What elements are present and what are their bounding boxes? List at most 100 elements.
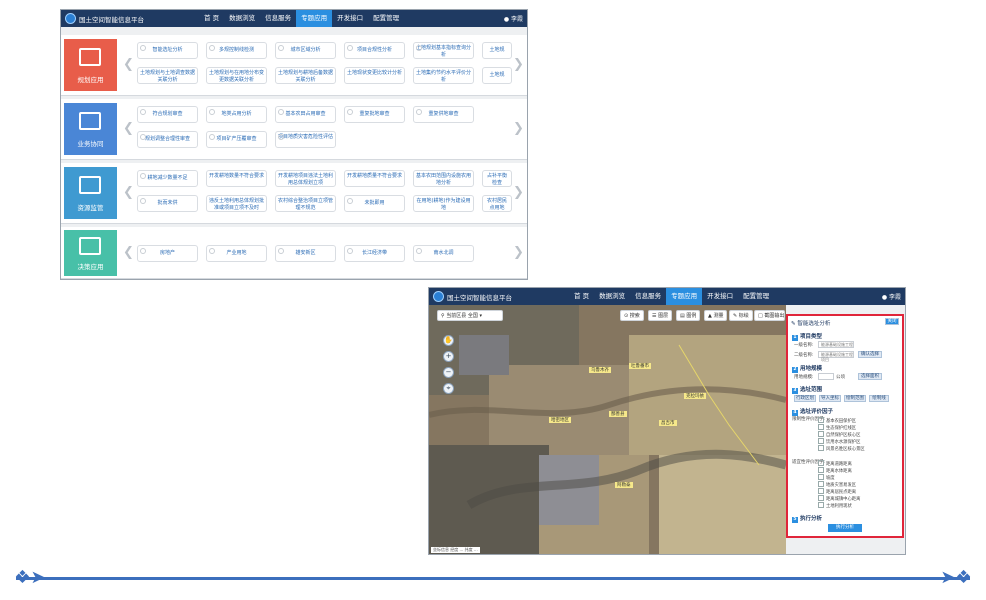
range-admin-button[interactable]: 行政区划	[794, 395, 816, 402]
card-item[interactable]: 土地现状变更比较计分析	[344, 67, 405, 84]
scroll-right-arrow[interactable]: ❯	[513, 121, 524, 136]
card-item[interactable]: 开发耕地项目违法土地利用总体规划立项	[275, 170, 336, 187]
card-item[interactable]: 开发耕地质量不符合要求	[344, 170, 405, 187]
category-planning[interactable]: 规划应用	[64, 39, 117, 91]
scroll-left-arrow[interactable]: ❮	[123, 57, 134, 72]
card-item[interactable]: 智能选址分析	[137, 42, 198, 59]
card-item[interactable]: 基本农田范围内设施农用地分析	[413, 170, 474, 187]
card-item[interactable]: 农村综合整治项目立项管理不规范	[275, 195, 336, 212]
nav-config[interactable]: 配置管理	[738, 288, 774, 305]
factor-checkbox[interactable]: 饮用水水源保护区	[818, 438, 860, 445]
export-button[interactable]: □ 截图输出	[754, 310, 785, 321]
layers-button[interactable]: ☰ 图层	[648, 310, 673, 321]
card-item[interactable]: 批而未供	[137, 195, 198, 212]
card-item[interactable]: 项目地质灾害危险性评估	[275, 131, 336, 148]
scroll-left-arrow[interactable]: ❮	[123, 185, 134, 200]
topic-apps-screenshot: 国土空间智能信息平台 首 页 数据浏览 信息服务 专题应用 开发接口 配置管理 …	[60, 9, 528, 280]
card-item[interactable]: 基本农田占用审查	[275, 106, 336, 123]
nav-data-browse[interactable]: 数据浏览	[224, 10, 260, 27]
card-item[interactable]: 开发耕地数量不符合要求	[206, 170, 267, 187]
card-item[interactable]: 项目合规性分析	[344, 42, 405, 59]
industry-select[interactable]: 能源基础设施工程	[818, 341, 854, 348]
user-menu[interactable]: ● 李霞	[504, 14, 523, 23]
factor-checkbox[interactable]: 基本农田保护区	[818, 417, 856, 424]
scroll-left-arrow[interactable]: ❮	[123, 121, 134, 136]
card-item[interactable]: 城市区域分析	[275, 42, 336, 59]
card-item[interactable]: 违反土地利用总体规划批准或项目立项不及时	[206, 195, 267, 212]
card-item[interactable]: 房地产	[137, 245, 198, 262]
factor-checkbox[interactable]: 距离道路距离	[818, 460, 852, 467]
zoom-out-icon[interactable]: −	[443, 367, 454, 378]
run-analysis-button[interactable]: 执行分析	[828, 524, 862, 532]
decorative-divider	[16, 577, 970, 580]
nav-home[interactable]: 首 页	[569, 288, 594, 305]
range-draw-button[interactable]: 绘制范围	[844, 395, 866, 402]
close-panel-button[interactable]: 关闭	[885, 318, 899, 325]
draw-button[interactable]: ✎ 标绘	[729, 310, 753, 321]
select-area-button[interactable]: 选择面积	[858, 373, 882, 380]
scroll-right-arrow[interactable]: ❯	[513, 185, 524, 200]
nav-dev-api[interactable]: 开发接口	[702, 288, 738, 305]
measure-button[interactable]: ▲ 测量	[704, 310, 728, 321]
nav-info-service[interactable]: 信息服务	[260, 10, 296, 27]
card-item[interactable]: 土地规	[482, 67, 512, 84]
card-item[interactable]: 符合规划审查	[137, 106, 198, 123]
nav-dev-api[interactable]: 开发接口	[332, 10, 368, 27]
user-menu[interactable]: ● 李霞	[882, 292, 901, 301]
factor-checkbox[interactable]: 距离水体距离	[818, 467, 852, 474]
category-collaboration[interactable]: 业务协同	[64, 103, 117, 155]
card-item[interactable]: 项目矿产压覆审查	[206, 131, 267, 148]
category-monitoring[interactable]: 资源监管	[64, 167, 117, 219]
range-import-button[interactable]: 导入坐标	[819, 395, 841, 402]
scroll-right-arrow[interactable]: ❯	[513, 57, 524, 72]
nav-config[interactable]: 配置管理	[368, 10, 404, 27]
nav-topic-apps[interactable]: 专题应用	[666, 288, 703, 305]
factor-checkbox[interactable]: 地质灾害易发区	[818, 481, 856, 488]
card-item[interactable]: 农村居民点用地	[482, 195, 512, 212]
card-item[interactable]: 规划调整合理性审查	[137, 131, 198, 148]
card-item[interactable]: 地类占用分析	[206, 106, 267, 123]
card-item[interactable]: 产业用地	[206, 245, 267, 262]
region-selector[interactable]: ⚲ 当前区县 全国 ▾	[437, 310, 503, 321]
card-item[interactable]: 在用地(耕地)作为建设用地	[413, 195, 474, 212]
card-item[interactable]: 南水北调	[413, 245, 474, 262]
card-item[interactable]: 耕地减少数量不足	[137, 170, 198, 187]
confirm-type-button[interactable]: 确认选择	[858, 351, 882, 358]
range-line-button[interactable]: 绘制线	[869, 395, 889, 402]
factor-checkbox[interactable]: 坡度	[818, 474, 835, 481]
nav-info-service[interactable]: 信息服务	[630, 288, 666, 305]
scroll-right-arrow[interactable]: ❯	[513, 245, 524, 260]
nav-data-browse[interactable]: 数据浏览	[594, 288, 630, 305]
card-item[interactable]: 长江经济带	[344, 245, 405, 262]
factor-checkbox[interactable]: 土地利用现状	[818, 502, 852, 509]
card-item[interactable]: 重复批地审查	[344, 106, 405, 123]
card-item[interactable]: 土地规划与耕地后备数据关联分析	[275, 67, 336, 84]
pan-hand-icon[interactable]: ✋	[443, 335, 454, 346]
factor-checkbox[interactable]: 自然保护区核心区	[818, 431, 860, 438]
card-item[interactable]: 土地规划基本指标查询分析	[413, 42, 474, 59]
card-item[interactable]: 土地集约节约水平评价分析	[413, 67, 474, 84]
factor-checkbox[interactable]: 风景名胜区核心景区	[818, 445, 865, 452]
zoom-in-icon[interactable]: +	[443, 351, 454, 362]
card-item[interactable]: 土地规划与在用地分布变更数据关联分析	[206, 67, 267, 84]
area-input[interactable]	[818, 373, 834, 380]
card-item[interactable]: 未批即用	[344, 195, 405, 212]
nav-home[interactable]: 首 页	[199, 10, 224, 27]
legend-button[interactable]: ▤ 图例	[676, 310, 701, 321]
card-item[interactable]: 重复供地审查	[413, 106, 474, 123]
subtype-select[interactable]: 能源基础设施工程项目	[818, 351, 854, 362]
card-item[interactable]: 多规控制线检测	[206, 42, 267, 59]
search-button[interactable]: ⊙ 搜索	[620, 310, 644, 321]
factor-checkbox[interactable]: 距离城镇中心距离	[818, 495, 860, 502]
card-item[interactable]: 占补平衡检查	[482, 170, 512, 187]
scroll-left-arrow[interactable]: ❮	[123, 245, 134, 260]
card-item[interactable]: 土地规	[482, 42, 512, 59]
card-item[interactable]: 雄安新区	[275, 245, 336, 262]
factor-checkbox[interactable]: 距离居民点距离	[818, 488, 856, 495]
satellite-map[interactable]: ⚲ 当前区县 全国 ▾ ⊙ 搜索 ☰ 图层 ▤ 图例 ▲ 测量 ✎ 标绘 □ 截…	[429, 305, 788, 554]
category-decision[interactable]: 决策应用	[64, 230, 117, 276]
nav-topic-apps[interactable]: 专题应用	[296, 10, 333, 27]
full-extent-icon[interactable]: ⌖	[443, 383, 454, 394]
card-item[interactable]: 土地规划与土地调查数据关联分析	[137, 67, 198, 84]
factor-checkbox[interactable]: 生态保护红线区	[818, 424, 856, 431]
